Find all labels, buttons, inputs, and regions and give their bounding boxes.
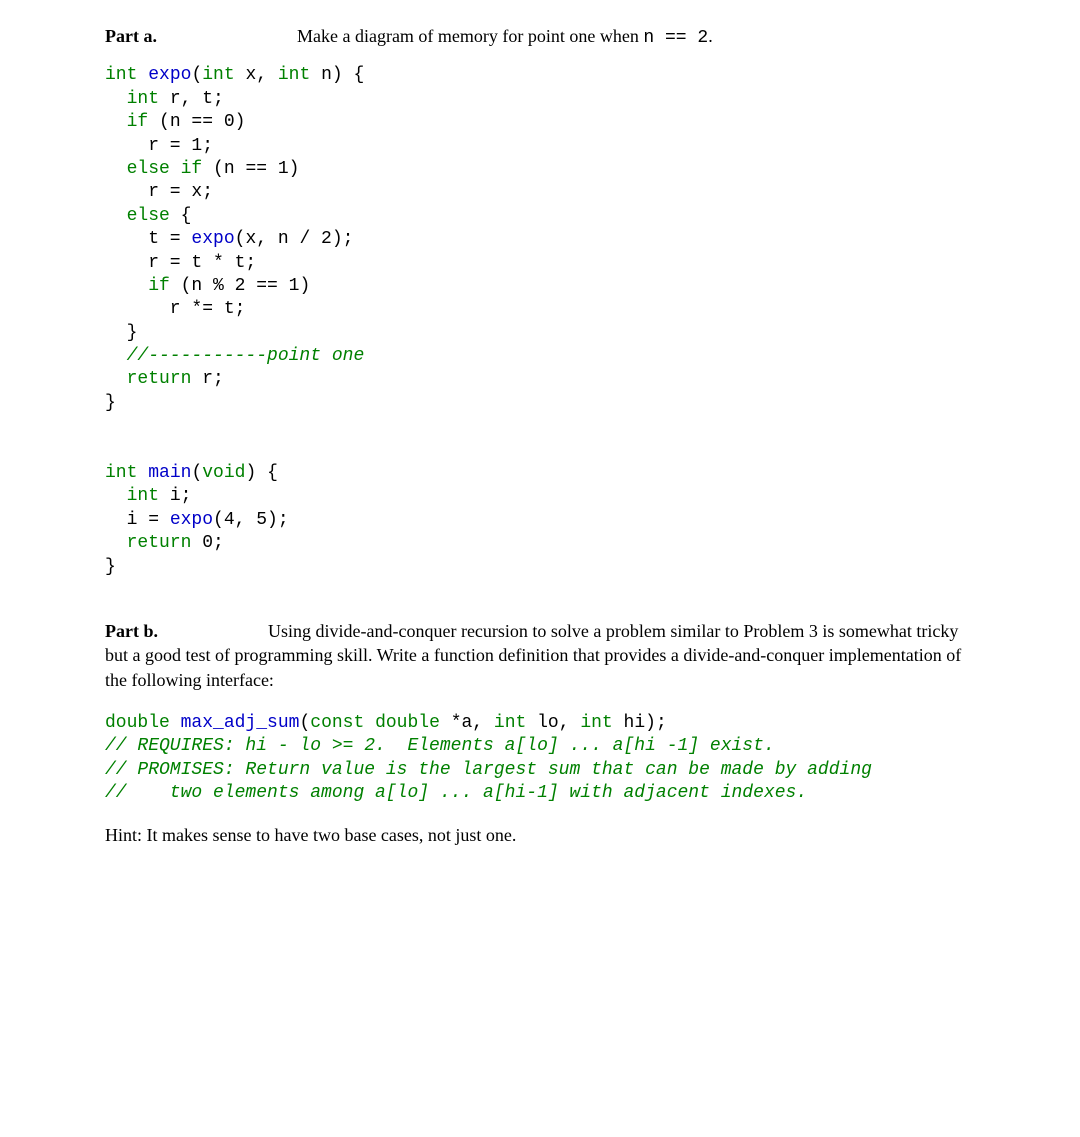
kw: int bbox=[105, 65, 148, 85]
indent bbox=[105, 89, 127, 109]
kw: if bbox=[148, 276, 170, 296]
comment: // PROMISES: Return value is the largest… bbox=[105, 760, 872, 780]
end: hi); bbox=[613, 713, 667, 733]
indent bbox=[105, 369, 127, 389]
kw: int bbox=[494, 713, 526, 733]
part-a-header: Part a. Make a diagram of memory for poi… bbox=[105, 24, 975, 50]
param: x, bbox=[235, 65, 278, 85]
param: lo, bbox=[526, 713, 580, 733]
args: (x, n / 2); bbox=[235, 229, 354, 249]
kw: else if bbox=[127, 159, 203, 179]
document-page: Part a. Make a diagram of memory for poi… bbox=[0, 0, 1080, 888]
kw: int bbox=[127, 89, 159, 109]
fn-name: main bbox=[148, 463, 191, 483]
fn-name: expo bbox=[191, 229, 234, 249]
param: *a, bbox=[440, 713, 494, 733]
kw: int bbox=[105, 463, 148, 483]
prompt-text: Make a diagram of memory for point one w… bbox=[297, 26, 643, 46]
kw: if bbox=[127, 112, 149, 132]
indent bbox=[105, 112, 127, 132]
stmt: r; bbox=[191, 369, 223, 389]
stmt: r = t * t; bbox=[105, 253, 256, 273]
cond: (n % 2 == 1) bbox=[170, 276, 310, 296]
brace: ) { bbox=[245, 463, 277, 483]
kw: double bbox=[105, 713, 181, 733]
indent bbox=[105, 533, 127, 553]
brace: n) { bbox=[310, 65, 364, 85]
part-b-label: Part b. bbox=[105, 621, 158, 641]
stmt: r *= t; bbox=[105, 299, 245, 319]
stmt: r = x; bbox=[105, 182, 213, 202]
indent bbox=[105, 486, 127, 506]
kw: const double bbox=[310, 713, 440, 733]
brace: } bbox=[105, 393, 116, 413]
part-a-prompt: Make a diagram of memory for point one w… bbox=[297, 24, 713, 50]
comment: // REQUIRES: hi - lo >= 2. Elements a[lo… bbox=[105, 736, 775, 756]
fn-name: expo bbox=[148, 65, 191, 85]
args: (4, 5); bbox=[213, 510, 289, 530]
paren: ( bbox=[191, 65, 202, 85]
indent bbox=[105, 276, 148, 296]
fn-name: expo bbox=[170, 510, 213, 530]
comment: // two elements among a[lo] ... a[hi-1] … bbox=[105, 783, 807, 803]
kw: int bbox=[580, 713, 612, 733]
part-b-text: Using divide-and-conquer recursion to so… bbox=[105, 621, 961, 690]
kw: int bbox=[202, 65, 234, 85]
fn-name: max_adj_sum bbox=[181, 713, 300, 733]
decl: i; bbox=[159, 486, 191, 506]
decl: r, t; bbox=[159, 89, 224, 109]
indent bbox=[105, 159, 127, 179]
paren: ( bbox=[299, 713, 310, 733]
indent bbox=[105, 206, 127, 226]
cond: (n == 1) bbox=[202, 159, 299, 179]
kw: else bbox=[127, 206, 170, 226]
kw: int bbox=[278, 65, 310, 85]
cond: (n == 0) bbox=[148, 112, 245, 132]
part-a-code: int expo(int x, int n) { int r, t; if (n… bbox=[105, 64, 975, 579]
prompt-text-end: . bbox=[708, 26, 713, 46]
part-b-hint: Hint: It makes sense to have two base ca… bbox=[105, 823, 975, 847]
brace: } bbox=[105, 323, 137, 343]
comment: //-----------point one bbox=[105, 346, 364, 366]
part-b-code: double max_adj_sum(const double *a, int … bbox=[105, 712, 975, 806]
stmt: 0; bbox=[191, 533, 223, 553]
indent: i = bbox=[105, 510, 170, 530]
kw: int bbox=[127, 486, 159, 506]
kw: void bbox=[202, 463, 245, 483]
brace: { bbox=[170, 206, 192, 226]
brace: } bbox=[105, 557, 116, 577]
paren: ( bbox=[191, 463, 202, 483]
part-b-section: Part b.Using divide-and-conquer recursio… bbox=[105, 619, 975, 692]
kw: return bbox=[127, 369, 192, 389]
indent: t = bbox=[105, 229, 191, 249]
kw: return bbox=[127, 533, 192, 553]
prompt-code: n == 2 bbox=[643, 28, 708, 48]
part-a-label: Part a. bbox=[105, 24, 157, 48]
stmt: r = 1; bbox=[105, 136, 213, 156]
